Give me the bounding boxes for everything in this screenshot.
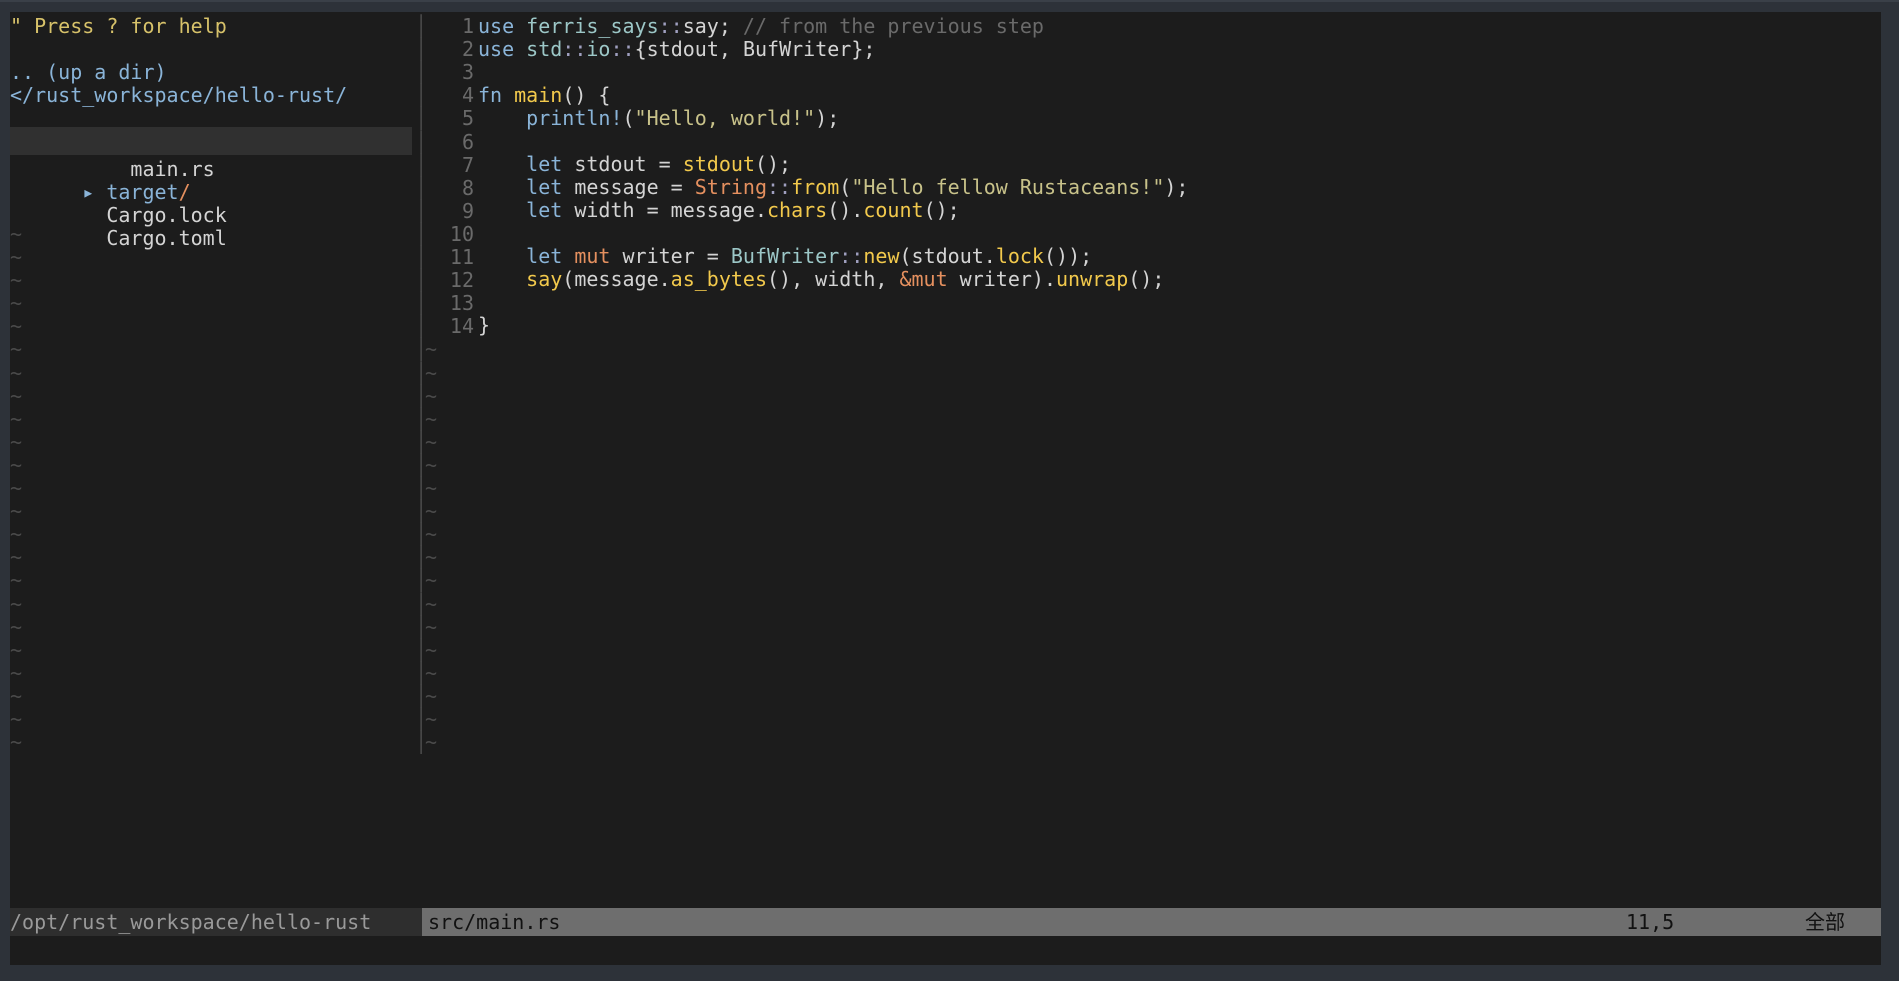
identifier: (message. [562,267,671,291]
code-line-12[interactable]: say(message.as_bytes(), width, &mut writ… [478,265,1164,293]
keyword: use [478,37,515,61]
status-file-name: src/main.rs [428,910,561,934]
path-sep: :: [610,37,635,61]
code-line-9[interactable]: let width = message.chars().count(); [478,196,960,224]
keyword: let [526,198,563,222]
namespace: io [586,37,611,61]
punct: } [478,313,491,337]
tree-status-cwd: /opt/rust_workspace/hello-rust [10,908,422,936]
macro: println! [526,106,623,130]
punct: ( [622,106,635,130]
identifier: writer). [947,267,1056,291]
punct: (); [1128,267,1165,291]
string: "Hello, world!" [634,106,816,130]
keyword-mut: &mut [899,267,948,291]
function-call: unwrap [1056,267,1129,291]
punct: ); [815,106,840,130]
tilde-marker: ~ [425,730,438,754]
function-call: chars [767,198,828,222]
identifier: width = message. [562,198,767,222]
punct: (); [923,198,960,222]
editor-pane[interactable]: 1 2 3 4 5 6 7 8 9 10 11 12 13 14 use ferris_says::say… [10,12,1881,902]
function-call: say [526,267,563,291]
function-call: count [863,198,924,222]
terminal-window[interactable]: " Press ? for help .. (up a dir) </rust_… [10,12,1881,965]
status-line: /opt/rust_workspace/hello-rust src/main.… [10,908,1881,936]
cursor-position: 11,5 [1626,910,1675,934]
punct: (). [827,198,864,222]
code-line-2[interactable]: use std::io::{stdout, BufWriter}; [478,35,875,63]
identifier: {stdout, BufWriter}; [634,37,876,61]
code-line-5[interactable]: println!("Hello, world!"); [478,104,839,132]
scroll-indicator: 全部 [1805,910,1845,934]
function-call: as_bytes [670,267,767,291]
path-sep: :: [562,37,587,61]
window-top-border [0,0,1899,2]
code-line-14[interactable]: } [478,311,490,339]
punct: ); [1164,175,1189,199]
namespace: std [526,37,563,61]
identifier: (), width, [767,267,900,291]
